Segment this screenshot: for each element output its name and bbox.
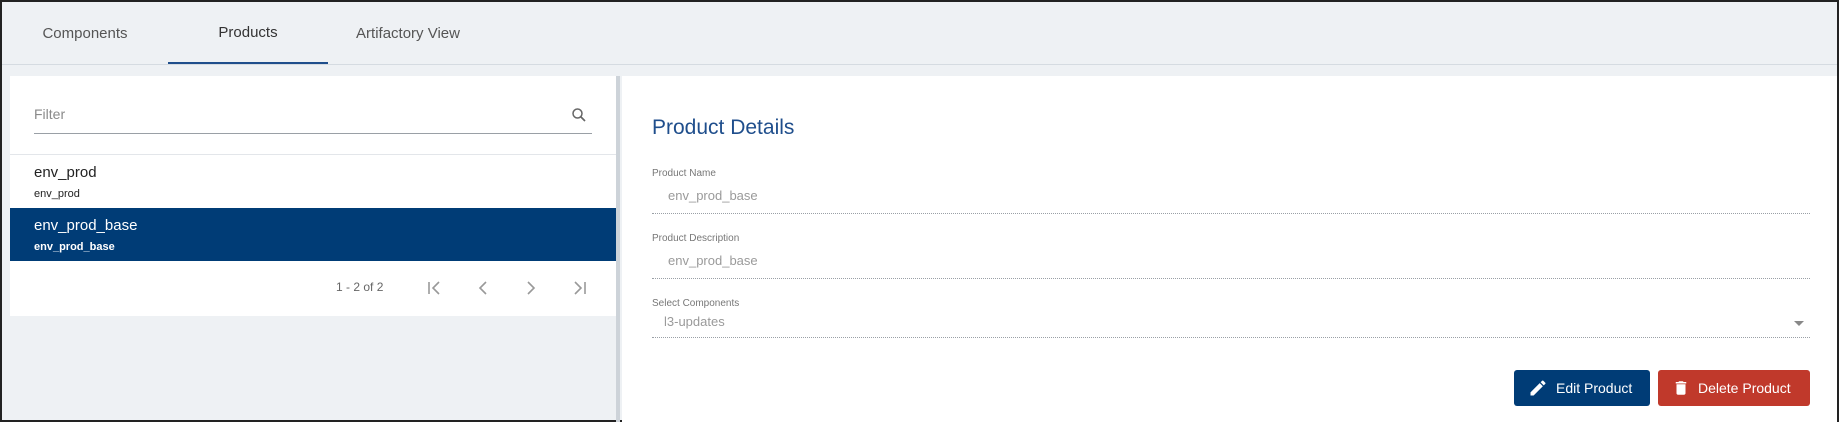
page-range-label: 1 - 2 of 2 (336, 280, 384, 294)
prev-page-icon (478, 281, 487, 295)
first-page-button[interactable] (420, 274, 450, 302)
product-item-name: env_prod (34, 164, 97, 181)
product-item-description: env_prod_base (34, 241, 115, 253)
product-name-field[interactable]: Product Name env_prod_base (652, 168, 1810, 214)
panel-splitter[interactable] (616, 76, 620, 422)
delete-product-label: Delete Product (1698, 380, 1791, 396)
last-page-icon (574, 281, 586, 295)
edit-product-label: Edit Product (1556, 380, 1633, 396)
page-title: Product Details (652, 116, 795, 139)
last-page-button[interactable] (564, 274, 594, 302)
dropdown-arrow-icon[interactable] (1792, 318, 1806, 328)
trash-icon (1675, 381, 1687, 395)
product-description-field[interactable]: Product Description env_prod_base (652, 233, 1810, 279)
search-icon[interactable] (570, 106, 588, 124)
select-components-field[interactable]: Select Components l3-updates (652, 298, 1810, 338)
product-name-value: env_prod_base (668, 188, 758, 203)
product-item-name: env_prod_base (34, 217, 138, 234)
paginator: 1 - 2 of 2 (10, 266, 616, 306)
product-description-label: Product Description (652, 233, 740, 244)
product-details-panel: Product Details Product Name env_prod_ba… (622, 76, 1837, 422)
tab-artifactory-view[interactable]: Artifactory View (328, 2, 488, 64)
product-list: env_prod env_prod env_prod_base env_prod… (10, 154, 616, 261)
select-components-value: l3-updates (664, 314, 725, 329)
delete-product-button[interactable]: Delete Product (1658, 370, 1810, 406)
next-page-button[interactable] (516, 274, 546, 302)
product-item-description: env_prod (34, 188, 80, 200)
pencil-icon (1530, 380, 1546, 396)
filter-field (34, 98, 592, 134)
prev-page-button[interactable] (468, 274, 498, 302)
list-item[interactable]: env_prod env_prod (10, 155, 616, 208)
product-name-label: Product Name (652, 168, 716, 179)
list-item[interactable]: env_prod_base env_prod_base (10, 208, 616, 261)
filter-input[interactable] (34, 98, 554, 130)
next-page-icon (527, 281, 536, 295)
select-components-label: Select Components (652, 298, 740, 309)
tab-bar: Components Products Artifactory View (2, 2, 1837, 65)
tab-products[interactable]: Products (168, 2, 328, 64)
first-page-icon (428, 281, 440, 295)
tab-components[interactable]: Components (5, 2, 165, 64)
product-description-value: env_prod_base (668, 253, 758, 268)
edit-product-button[interactable]: Edit Product (1514, 370, 1650, 406)
product-list-panel: env_prod env_prod env_prod_base env_prod… (10, 76, 616, 316)
